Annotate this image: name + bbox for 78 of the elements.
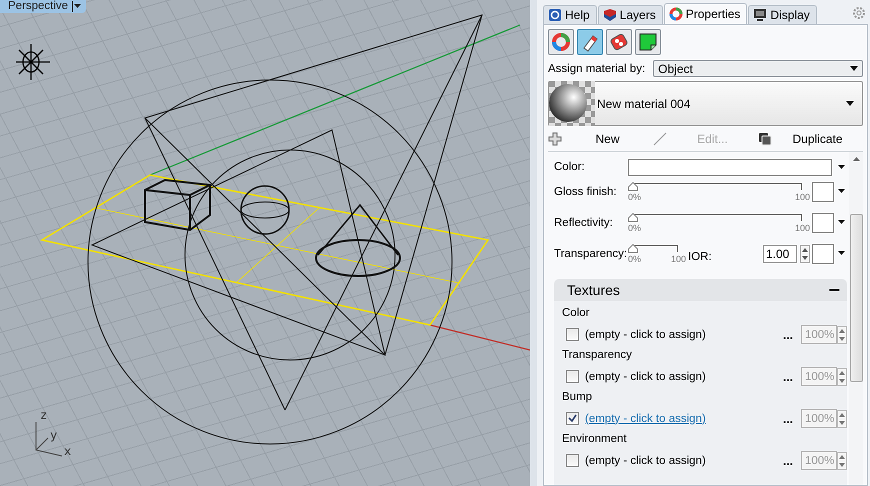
action-button[interactable]: New: [548, 132, 653, 146]
layers-icon: [602, 8, 617, 22]
tool-button[interactable]: [635, 29, 661, 55]
duplicate-icon: [758, 132, 772, 146]
slider-min-label: 0%: [628, 223, 642, 233]
tab[interactable]: Help: [543, 5, 597, 24]
dropdown-arrow-icon[interactable]: [838, 189, 845, 193]
texture-link[interactable]: (empty - click to assign): [585, 412, 783, 424]
sticker-icon: [638, 32, 658, 52]
slider-thumb[interactable]: [628, 244, 638, 253]
checkbox[interactable]: [566, 412, 579, 425]
action-button[interactable]: Duplicate: [758, 132, 863, 146]
collapse-button[interactable]: −: [828, 283, 841, 297]
dropdown-arrow-icon: [850, 66, 858, 71]
help-icon: [548, 8, 562, 22]
spinner-arrows[interactable]: [800, 245, 810, 263]
dropdown-arrow-icon[interactable]: [838, 220, 845, 224]
field-label: Color:: [554, 161, 586, 173]
slider-max-label: 100: [794, 192, 810, 202]
checkbox[interactable]: [566, 454, 579, 467]
tab[interactable]: Layers: [598, 5, 663, 24]
checkbox[interactable]: [566, 370, 579, 383]
texture-label: Bump: [562, 390, 594, 405]
tab[interactable]: Display: [748, 5, 817, 24]
color-wheel-icon: [551, 32, 571, 52]
plus-icon: [548, 132, 562, 146]
axis-label: z: [40, 408, 48, 422]
texture-slot[interactable]: (empty - click to assign): [585, 370, 783, 382]
checkbox[interactable]: [566, 328, 579, 341]
axis-label: x: [64, 444, 72, 458]
slider-min-label: 0%: [628, 254, 642, 264]
pencil-icon: [653, 132, 667, 146]
field-label: Gloss finish:: [554, 186, 618, 198]
slider-max-label: 100: [794, 223, 810, 233]
dropdown-arrow-icon[interactable]: [838, 165, 845, 169]
more-button[interactable]: ...: [782, 412, 793, 426]
viewport-background[interactable]: Perspective z y x: [0, 0, 530, 486]
scrollbar[interactable]: [849, 152, 863, 485]
field-label: Reflectivity:: [554, 217, 614, 229]
more-button[interactable]: ...: [782, 454, 793, 468]
tool-button[interactable]: [606, 29, 632, 55]
spinner-arrows[interactable]: [837, 410, 847, 428]
dropdown-arrow-icon[interactable]: [838, 251, 845, 255]
scroll-up-arrow-icon[interactable]: [852, 157, 860, 161]
settings-icon[interactable]: [852, 6, 866, 20]
more-button[interactable]: ...: [782, 370, 793, 384]
texture-slot[interactable]: (empty - click to assign): [585, 454, 783, 466]
field-label: Assign material by:: [548, 62, 646, 74]
texture-label: Color: [562, 306, 590, 321]
axis-label: y: [50, 428, 58, 442]
ior-field[interactable]: 1.00: [763, 245, 797, 263]
field-label: Transparency:: [554, 248, 626, 260]
texture-label: Transparency: [562, 348, 633, 363]
slider-thumb[interactable]: [628, 213, 638, 222]
dropdown-arrow-icon: [846, 101, 854, 106]
more-button[interactable]: ...: [782, 328, 793, 342]
spinner-arrows[interactable]: [837, 326, 847, 344]
texture-slot[interactable]: (empty - click to assign): [585, 328, 783, 340]
color-swatch[interactable]: [812, 213, 834, 233]
color-wheel-icon: [668, 7, 683, 21]
slider-min-label: 0%: [628, 192, 642, 202]
material-dropdown[interactable]: New material 004: [548, 81, 863, 126]
spinner-arrows[interactable]: [837, 368, 847, 386]
color-swatch[interactable]: [812, 244, 834, 264]
tool-button[interactable]: [577, 29, 603, 55]
texture-label: Environment: [562, 432, 628, 447]
slider-max-label: 100: [670, 254, 686, 264]
caret-icon[interactable]: [72, 1, 82, 12]
field-label: IOR:: [688, 250, 713, 262]
tab[interactable]: Properties: [664, 3, 748, 24]
spinner-arrows[interactable]: [837, 452, 847, 470]
color-field[interactable]: [628, 158, 832, 176]
section-title: Textures: [567, 282, 620, 298]
section-header[interactable]: Textures −: [554, 279, 847, 301]
assign-dropdown[interactable]: Object: [653, 60, 863, 77]
monitor-icon: [753, 8, 768, 22]
slider-thumb[interactable]: [628, 182, 638, 191]
color-swatch[interactable]: [812, 182, 834, 202]
